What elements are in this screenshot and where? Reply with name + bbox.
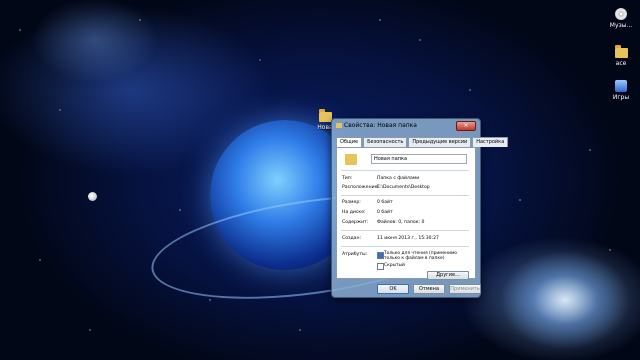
moon-image: [88, 192, 97, 201]
desktop-wallpaper: [0, 0, 640, 360]
separator: [341, 246, 469, 247]
desktop-icon-games[interactable]: Игры: [601, 80, 640, 101]
contains-value: Файлов: 0, папок: 0: [377, 220, 425, 225]
desktop-icon-music[interactable]: Музы...: [601, 8, 640, 29]
other-attributes-button[interactable]: Другие...: [427, 271, 469, 280]
separator: [341, 170, 469, 171]
attributes-label: Атрибуты:: [342, 252, 368, 257]
hidden-label: Скрытый: [384, 263, 405, 268]
apply-button[interactable]: Применить: [449, 284, 481, 294]
desktop-icon-ace[interactable]: ace: [601, 45, 640, 67]
type-value: Папка с файлами: [377, 176, 420, 181]
desktop-icon-label: Игры: [612, 94, 630, 101]
separator: [341, 230, 469, 231]
tab-previous-versions[interactable]: Предыдущие версии: [408, 137, 472, 147]
type-label: Тип:: [342, 176, 353, 181]
games-icon: [615, 80, 627, 92]
light-flare: [500, 250, 630, 350]
cd-icon: [615, 8, 627, 20]
dialog-titlebar[interactable]: Свойства: Новая папка ×: [332, 119, 480, 133]
location-value: E:\Documents\Desktop: [377, 185, 430, 190]
dialog-title: Свойства: Новая папка: [344, 122, 417, 129]
readonly-checkbox[interactable]: [377, 252, 384, 259]
size-label: Размер:: [342, 200, 361, 205]
desktop-icon-label: Музы...: [609, 22, 633, 29]
readonly-label: Только для чтения (применимо только к фа…: [384, 251, 457, 261]
tab-general[interactable]: Общие: [336, 137, 363, 147]
close-button[interactable]: ×: [456, 121, 476, 131]
size-value: 0 байт: [377, 200, 393, 205]
tab-customize[interactable]: Настройка: [472, 137, 509, 147]
dialog-buttons: OK Отмена Применить: [377, 284, 485, 294]
created-value: 11 июня 2013 г., 15:30:27: [377, 236, 439, 241]
cancel-button[interactable]: Отмена: [413, 284, 445, 294]
separator: [341, 195, 469, 196]
desktop-icon-label: ace: [615, 60, 627, 67]
contains-label: Содержит:: [342, 220, 369, 225]
created-label: Создан:: [342, 236, 362, 241]
folder-icon: [318, 109, 332, 122]
ok-button[interactable]: OK: [377, 284, 409, 294]
location-label: Расположение:: [342, 185, 379, 190]
folder-icon: [614, 45, 628, 58]
general-panel: Новая папка Тип: Папка с файлами Располо…: [336, 147, 476, 280]
tab-security[interactable]: Безопасность: [363, 137, 408, 147]
on-disk-value: 0 байт: [377, 210, 393, 215]
folder-icon: [345, 154, 357, 165]
on-disk-label: На диске:: [342, 210, 366, 215]
folder-icon: [336, 123, 342, 128]
hidden-checkbox[interactable]: [377, 263, 384, 270]
properties-dialog: Свойства: Новая папка × Общие Безопаснос…: [331, 118, 509, 298]
tab-strip: Общие Безопасность Предыдущие версии Нас…: [336, 137, 509, 147]
folder-name-input[interactable]: Новая папка: [371, 154, 467, 164]
